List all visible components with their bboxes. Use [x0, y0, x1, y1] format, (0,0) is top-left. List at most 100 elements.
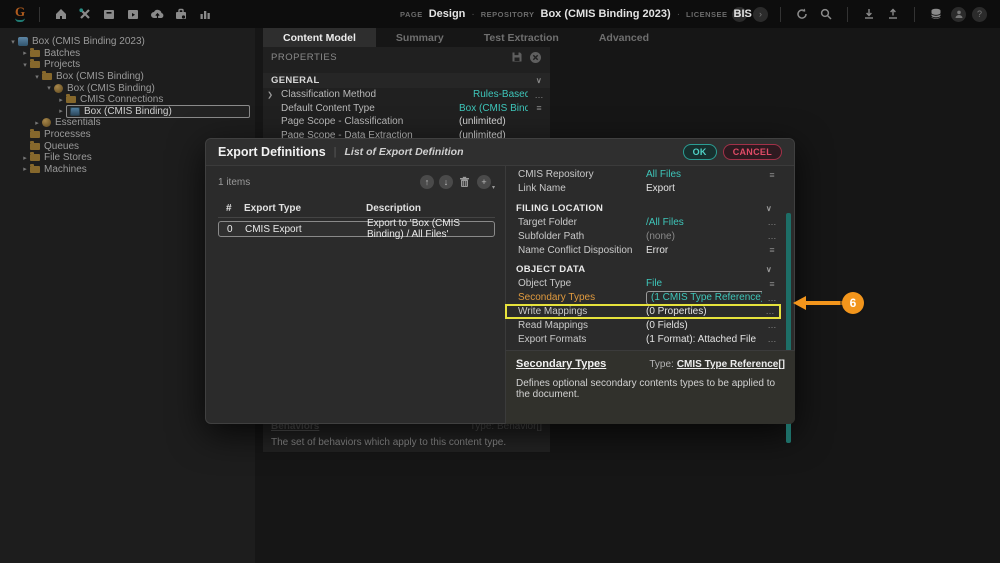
chevron-down-icon[interactable]: ∨ [766, 265, 772, 274]
tree-item-label: Box (CMIS Binding) [67, 82, 155, 94]
help-type-link[interactable]: CMIS Type Reference[] [677, 359, 785, 370]
cancel-button[interactable]: CANCEL [722, 144, 782, 160]
download-icon[interactable] [857, 4, 881, 24]
property-row[interactable]: ❯ Classification Method Rules-Based … [263, 88, 550, 102]
close-icon[interactable] [529, 51, 542, 64]
value-box[interactable]: (1 CMIS Type Reference) [646, 290, 762, 305]
menu-button[interactable]: ≡ [762, 245, 782, 255]
tab-advanced[interactable]: Advanced [579, 28, 669, 47]
add-dropdown-icon[interactable]: ▾ [492, 184, 495, 191]
breadcrumb: PAGE Design · REPOSITORY Box (CMIS Bindi… [400, 8, 752, 20]
forward-icon[interactable]: › [753, 6, 768, 22]
page-value[interactable]: Design [429, 8, 466, 20]
expander-icon[interactable]: ▸ [56, 96, 66, 104]
ellipsis-button[interactable]: … [762, 217, 782, 227]
expander-icon[interactable]: ▸ [20, 49, 30, 57]
ellipsis-button[interactable]: … [762, 320, 782, 330]
callout-arrowhead [793, 296, 806, 310]
tree-item-label: Box (CMIS Binding) [56, 71, 144, 83]
tree-item-essentials[interactable]: ▸ Essentials [0, 117, 255, 129]
delete-icon[interactable] [458, 175, 472, 189]
upload-icon[interactable] [881, 4, 905, 24]
help-icon[interactable]: ? [972, 6, 987, 22]
section-general[interactable]: GENERAL ∨ [263, 73, 550, 88]
move-down-icon[interactable]: ↓ [438, 175, 453, 189]
ellipsis-button[interactable]: … [760, 306, 780, 316]
section-filing-location[interactable]: FILING LOCATION ∨ [506, 202, 782, 216]
tree-item-projects[interactable]: ▾ Projects [0, 59, 255, 71]
ellipsis-button[interactable]: … [762, 293, 782, 303]
divider [39, 6, 40, 22]
tab-test-extraction[interactable]: Test Extraction [464, 28, 579, 47]
dialog-title: Export Definitions [218, 145, 326, 159]
export-definition-row[interactable]: 0 CMIS Export Export to 'Box (CMIS Bindi… [218, 218, 495, 240]
save-icon[interactable] [511, 51, 523, 63]
tree-item-cmis-binding-selected[interactable]: ▸ Box (CMIS Binding) [0, 104, 255, 118]
tree-item-cmis-connections[interactable]: ▸ CMIS Connections [0, 94, 255, 106]
design-tools-icon[interactable] [73, 4, 97, 24]
expander-icon[interactable]: ▸ [20, 165, 30, 173]
cloud-upload-icon[interactable] [145, 4, 169, 24]
expander-icon[interactable]: ▾ [20, 61, 30, 69]
chevron-down-icon[interactable]: ∨ [536, 76, 542, 85]
expander-icon[interactable]: ▸ [32, 119, 42, 127]
expander-icon[interactable]: ▾ [44, 84, 54, 92]
selected-tree-item[interactable]: Box (CMIS Binding) [66, 104, 250, 118]
menu-button[interactable]: ≡ [762, 279, 782, 289]
help-description: Defines optional secondary contents type… [516, 378, 776, 400]
folder-icon [30, 47, 40, 57]
tab-summary[interactable]: Summary [376, 28, 464, 47]
property-row-write-mappings[interactable]: Write Mappings (0 Properties) … [505, 303, 781, 320]
ellipsis-button[interactable]: … [528, 90, 550, 100]
expander-icon[interactable]: ▾ [32, 73, 42, 81]
expander-icon[interactable]: ▾ [8, 38, 18, 46]
property-row-target-folder[interactable]: Target Folder /All Files … [506, 216, 782, 230]
expander-icon[interactable]: ▸ [20, 154, 30, 162]
repository-value[interactable]: Box (CMIS Binding 2023) [541, 8, 671, 20]
ellipsis-button[interactable]: … [762, 231, 782, 241]
property-row-subfolder-path[interactable]: Subfolder Path (none) … [506, 229, 782, 243]
property-row[interactable]: Page Scope - Classification (unlimited) [263, 115, 550, 129]
expander-icon[interactable]: ❯ [263, 91, 277, 99]
property-row[interactable]: Default Content Type Box (CMIS Binding) … [263, 102, 550, 116]
batches-archive-icon[interactable] [97, 4, 121, 24]
tab-content-model[interactable]: Content Model [263, 28, 376, 47]
help-title: Secondary Types [516, 358, 607, 370]
topbar-actions: ‹ › ? [729, 4, 990, 24]
folder-icon [30, 163, 40, 173]
callout-arrow-line [806, 301, 844, 305]
tree-item-content-model[interactable]: ▾ Box (CMIS Binding) [0, 82, 255, 94]
home-icon[interactable] [49, 4, 73, 24]
tree-item-batches[interactable]: ▸ Batches [0, 47, 255, 60]
search-icon[interactable] [814, 4, 838, 24]
property-row-secondary-types[interactable]: Secondary Types (1 CMIS Type Reference) … [506, 290, 782, 305]
property-row-export-formats[interactable]: Export Formats (1 Format): Attached File… [506, 332, 782, 346]
folder-icon [30, 152, 40, 162]
media-play-icon[interactable] [121, 4, 145, 24]
help-type-label: Type: [649, 359, 674, 370]
section-object-data[interactable]: OBJECT DATA ∨ [506, 263, 782, 277]
job-case-icon[interactable] [169, 4, 193, 24]
content-model-icon [42, 118, 51, 128]
chevron-down-icon[interactable]: ∨ [766, 204, 772, 213]
callout-step-badge: 6 [842, 292, 864, 314]
ok-button[interactable]: OK [682, 144, 717, 160]
tree-item-repository[interactable]: ▾ Box (CMIS Binding 2023) [0, 36, 255, 48]
property-row-read-mappings[interactable]: Read Mappings (0 Fields) … [506, 318, 782, 332]
property-row-name-conflict[interactable]: Name Conflict Disposition Error ≡ [506, 243, 782, 257]
property-row-link-name[interactable]: Link Name Export [506, 182, 782, 196]
menu-button[interactable]: ≡ [762, 170, 782, 180]
menu-button[interactable]: ≡ [528, 103, 550, 113]
ellipsis-button[interactable]: … [762, 334, 782, 344]
licensee-value: BIS [733, 8, 752, 20]
property-row-cmis-repository[interactable]: CMIS Repository All Files ≡ [506, 168, 782, 182]
expander-icon[interactable]: ▸ [56, 107, 66, 115]
refresh-icon[interactable] [790, 4, 814, 24]
stats-chart-icon[interactable] [193, 4, 217, 24]
move-up-icon[interactable]: ↑ [419, 175, 434, 189]
user-icon[interactable] [951, 6, 966, 22]
add-icon[interactable]: + [476, 175, 491, 189]
database-icon[interactable] [924, 4, 948, 24]
tree-item-project-folder[interactable]: ▾ Box (CMIS Binding) [0, 71, 255, 83]
property-row-object-type[interactable]: Object Type File ≡ [506, 277, 782, 291]
